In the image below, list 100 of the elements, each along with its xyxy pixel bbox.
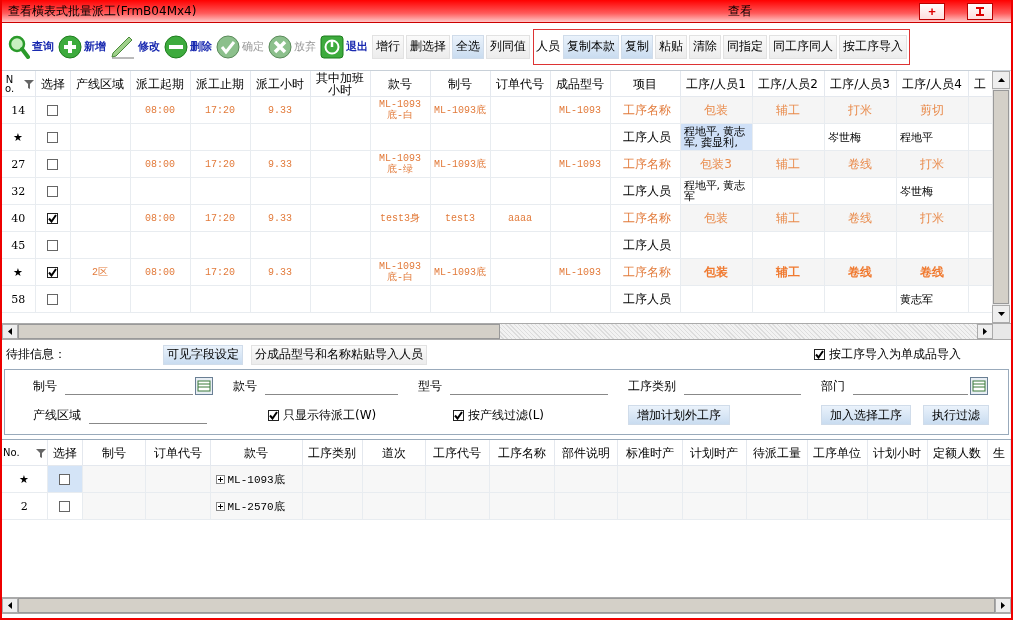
staff-button[interactable]: 同工序同人	[769, 34, 837, 59]
tool-button[interactable]: 修改	[108, 31, 162, 62]
checkbox[interactable]	[59, 501, 70, 512]
staff-cell[interactable]: 岑世梅	[896, 177, 968, 205]
checkbox[interactable]	[47, 186, 58, 197]
scroll-left-button[interactable]	[2, 324, 18, 339]
checkbox-label: 只显示待派工(W)	[283, 406, 377, 424]
expand-icon[interactable]	[215, 474, 225, 484]
tool-button[interactable]: 新增	[56, 31, 108, 62]
row-marker: 2	[2, 492, 47, 520]
staff-button[interactable]: 清除	[689, 34, 721, 59]
checkbox[interactable]	[47, 105, 58, 116]
column-header[interactable]: No.	[2, 440, 47, 466]
table-picker-icon[interactable]	[970, 377, 988, 395]
checkbox[interactable]	[47, 159, 58, 170]
scroll-thumb[interactable]	[18, 324, 500, 339]
column-header[interactable]: 工序类别	[302, 440, 362, 466]
tool-button[interactable]: 查询	[6, 31, 56, 62]
column-header[interactable]: 工序名称	[489, 440, 554, 466]
column-header[interactable]: 部件说明	[554, 440, 617, 466]
staff-button[interactable]: 同指定	[723, 34, 767, 59]
checkbox[interactable]	[47, 267, 58, 278]
window-control-button[interactable]	[967, 2, 993, 20]
column-header[interactable]: 工序/人员2	[752, 71, 824, 97]
column-header[interactable]: 派工起期	[130, 71, 190, 97]
scroll-down-button[interactable]	[992, 305, 1010, 323]
toolbar-button[interactable]: 全选	[452, 34, 484, 59]
column-header[interactable]: 待派工量	[746, 440, 807, 466]
table-picker-icon[interactable]	[195, 377, 213, 395]
column-header[interactable]: 道次	[362, 440, 425, 466]
column-header[interactable]: 其中加班小时	[310, 71, 370, 97]
column-header[interactable]: 产线区域	[70, 71, 130, 97]
pending-button[interactable]: 分成品型号和名称粘贴导入人员	[251, 344, 427, 365]
scroll-right-button[interactable]	[995, 598, 1011, 613]
checkbox[interactable]	[47, 294, 58, 305]
scroll-up-button[interactable]	[992, 71, 1010, 89]
column-header[interactable]: 工序代号	[425, 440, 489, 466]
table-cell: 工序名称	[610, 258, 680, 286]
filter-button[interactable]: 执行过滤	[923, 405, 989, 425]
column-header[interactable]: 计划小时	[867, 440, 927, 466]
filter-button[interactable]: 加入选择工序	[821, 405, 911, 425]
table-cell: 08:00	[130, 150, 190, 178]
column-header[interactable]: 选择	[47, 440, 82, 466]
staff-button[interactable]: 按工序导入	[839, 34, 907, 59]
column-header[interactable]: 派工小时	[250, 71, 310, 97]
filter-button[interactable]: 增加计划外工序	[628, 405, 730, 425]
expand-icon[interactable]	[215, 501, 225, 511]
horizontal-scrollbar[interactable]	[2, 323, 1011, 340]
column-header[interactable]: 选择	[35, 71, 70, 97]
staff-button[interactable]: 复制本款	[563, 34, 619, 59]
staff-cell[interactable]: 程地平	[896, 123, 968, 151]
checkbox[interactable]	[268, 409, 279, 421]
checkbox[interactable]	[59, 474, 70, 485]
staff-cell[interactable]	[752, 123, 824, 151]
column-header[interactable]: 项目	[610, 71, 680, 97]
column-header[interactable]: 派工止期	[190, 71, 250, 97]
staff-button[interactable]: 粘贴	[655, 34, 687, 59]
column-header[interactable]: 订单代号	[145, 440, 210, 466]
scroll-left-button[interactable]	[2, 598, 18, 613]
staff-cell[interactable]: 程地平, 黄志军, 龚显利,	[680, 123, 752, 151]
column-header[interactable]: 工序单位	[807, 440, 867, 466]
tool-button[interactable]: 退出	[318, 31, 370, 62]
staff-button[interactable]: 复制	[621, 34, 653, 59]
search-icon	[8, 34, 30, 59]
column-header[interactable]: 计划时产	[682, 440, 746, 466]
toolbar-button[interactable]: 列同值	[486, 34, 530, 59]
pending-button[interactable]: 可见字段设定	[163, 344, 243, 365]
checkbox[interactable]	[814, 349, 825, 360]
column-header[interactable]: No.	[2, 71, 35, 97]
column-header[interactable]: 款号	[370, 71, 430, 97]
toolbar-button[interactable]: 删选择	[406, 34, 450, 59]
staff-cell[interactable]: 程地平, 黄志军	[680, 177, 752, 205]
column-header[interactable]: 款号	[210, 440, 302, 466]
checkbox[interactable]	[453, 409, 464, 421]
column-header[interactable]: 工序/人员1	[680, 71, 752, 97]
filter-icon[interactable]	[23, 78, 34, 89]
column-header[interactable]: 生	[987, 440, 1010, 466]
scrollbar-corner	[993, 324, 1011, 339]
filter-icon[interactable]	[35, 447, 46, 458]
column-header[interactable]: 定额人数	[927, 440, 987, 466]
column-header[interactable]: 订单代号	[490, 71, 550, 97]
checkbox[interactable]	[47, 132, 58, 143]
checkbox-label: 按工序导入为单成品导入	[829, 346, 961, 363]
vertical-scrollbar[interactable]	[992, 71, 1010, 323]
scroll-right-button[interactable]	[977, 324, 993, 339]
column-header[interactable]: 工序/人员3	[824, 71, 896, 97]
column-header[interactable]: 制号	[430, 71, 490, 97]
toolbar-button[interactable]: 增行	[372, 34, 404, 59]
checkbox[interactable]	[47, 240, 58, 251]
add-window-button[interactable]: +	[919, 2, 945, 20]
checkbox[interactable]	[47, 213, 58, 224]
scroll-thumb[interactable]	[993, 90, 1009, 304]
column-header[interactable]: 标准时产	[617, 440, 682, 466]
window-title: 查看橫表式批量派工(FrmB04Mx4)	[8, 2, 198, 20]
staff-cell[interactable]: 黄志军	[896, 285, 968, 313]
column-header[interactable]: 工序/人员4	[896, 71, 968, 97]
tool-button[interactable]: 删除	[162, 31, 214, 62]
column-header[interactable]: 成品型号	[550, 71, 610, 97]
staff-cell[interactable]: 岑世梅	[824, 123, 896, 151]
column-header[interactable]: 制号	[82, 440, 145, 466]
